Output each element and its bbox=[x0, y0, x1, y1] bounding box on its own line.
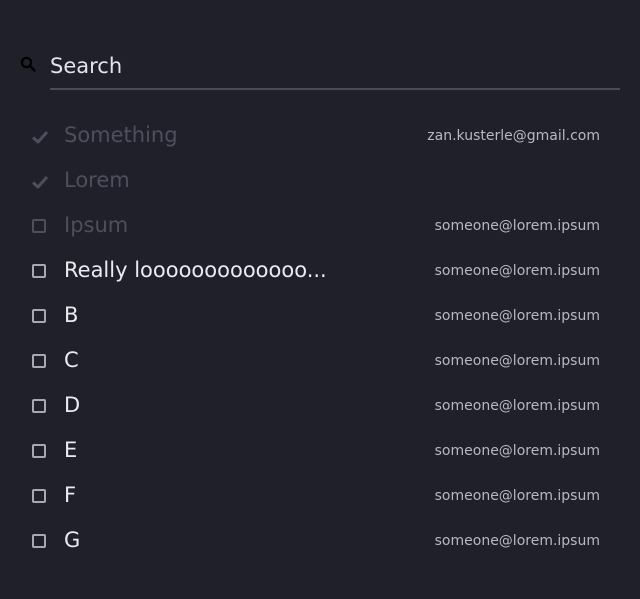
checkmark-icon bbox=[31, 130, 49, 144]
item-email: someone@lorem.ipsum bbox=[434, 308, 600, 324]
item-email: someone@lorem.ipsum bbox=[434, 533, 600, 549]
search-icon bbox=[20, 56, 36, 72]
list-item: Something zan.kusterle@gmail.com bbox=[0, 115, 640, 160]
checkbox bbox=[32, 219, 46, 233]
item-email: someone@lorem.ipsum bbox=[434, 488, 600, 504]
item-label: Lorem bbox=[64, 168, 130, 192]
search-input[interactable] bbox=[50, 44, 620, 90]
list-item[interactable]: E someone@lorem.ipsum bbox=[0, 430, 640, 475]
item-label: F bbox=[64, 483, 77, 507]
checkbox[interactable] bbox=[32, 264, 46, 278]
item-label: E bbox=[64, 438, 78, 462]
list-item[interactable]: D someone@lorem.ipsum bbox=[0, 385, 640, 430]
list-item: Lorem bbox=[0, 160, 640, 205]
item-label: Something bbox=[64, 123, 178, 147]
checkbox[interactable] bbox=[32, 354, 46, 368]
list-item[interactable]: F someone@lorem.ipsum bbox=[0, 475, 640, 520]
item-label: Really looooooooooooo... bbox=[64, 258, 327, 282]
item-email: someone@lorem.ipsum bbox=[434, 443, 600, 459]
item-email: someone@lorem.ipsum bbox=[434, 218, 600, 234]
options-list: Something zan.kusterle@gmail.com Lorem I… bbox=[0, 115, 640, 565]
search-bar bbox=[0, 44, 640, 90]
item-label: C bbox=[64, 348, 79, 372]
list-item[interactable]: B someone@lorem.ipsum bbox=[0, 295, 640, 340]
checkmark-icon bbox=[31, 175, 49, 189]
list-item: Ipsum someone@lorem.ipsum bbox=[0, 205, 640, 250]
checkbox[interactable] bbox=[32, 444, 46, 458]
checkbox[interactable] bbox=[32, 489, 46, 503]
item-label: B bbox=[64, 303, 79, 327]
checkbox[interactable] bbox=[32, 309, 46, 323]
item-label: D bbox=[64, 393, 81, 417]
list-item[interactable]: C someone@lorem.ipsum bbox=[0, 340, 640, 385]
checkbox[interactable] bbox=[32, 399, 46, 413]
item-label: G bbox=[64, 528, 81, 552]
checkbox[interactable] bbox=[32, 534, 46, 548]
item-email: someone@lorem.ipsum bbox=[434, 353, 600, 369]
list-item[interactable]: G someone@lorem.ipsum bbox=[0, 520, 640, 565]
select-list-panel: Something zan.kusterle@gmail.com Lorem I… bbox=[0, 0, 640, 599]
item-email: zan.kusterle@gmail.com bbox=[427, 128, 600, 144]
item-email: someone@lorem.ipsum bbox=[434, 398, 600, 414]
item-email: someone@lorem.ipsum bbox=[434, 263, 600, 279]
item-label: Ipsum bbox=[64, 213, 129, 237]
list-item[interactable]: Really looooooooooooo... someone@lorem.i… bbox=[0, 250, 640, 295]
